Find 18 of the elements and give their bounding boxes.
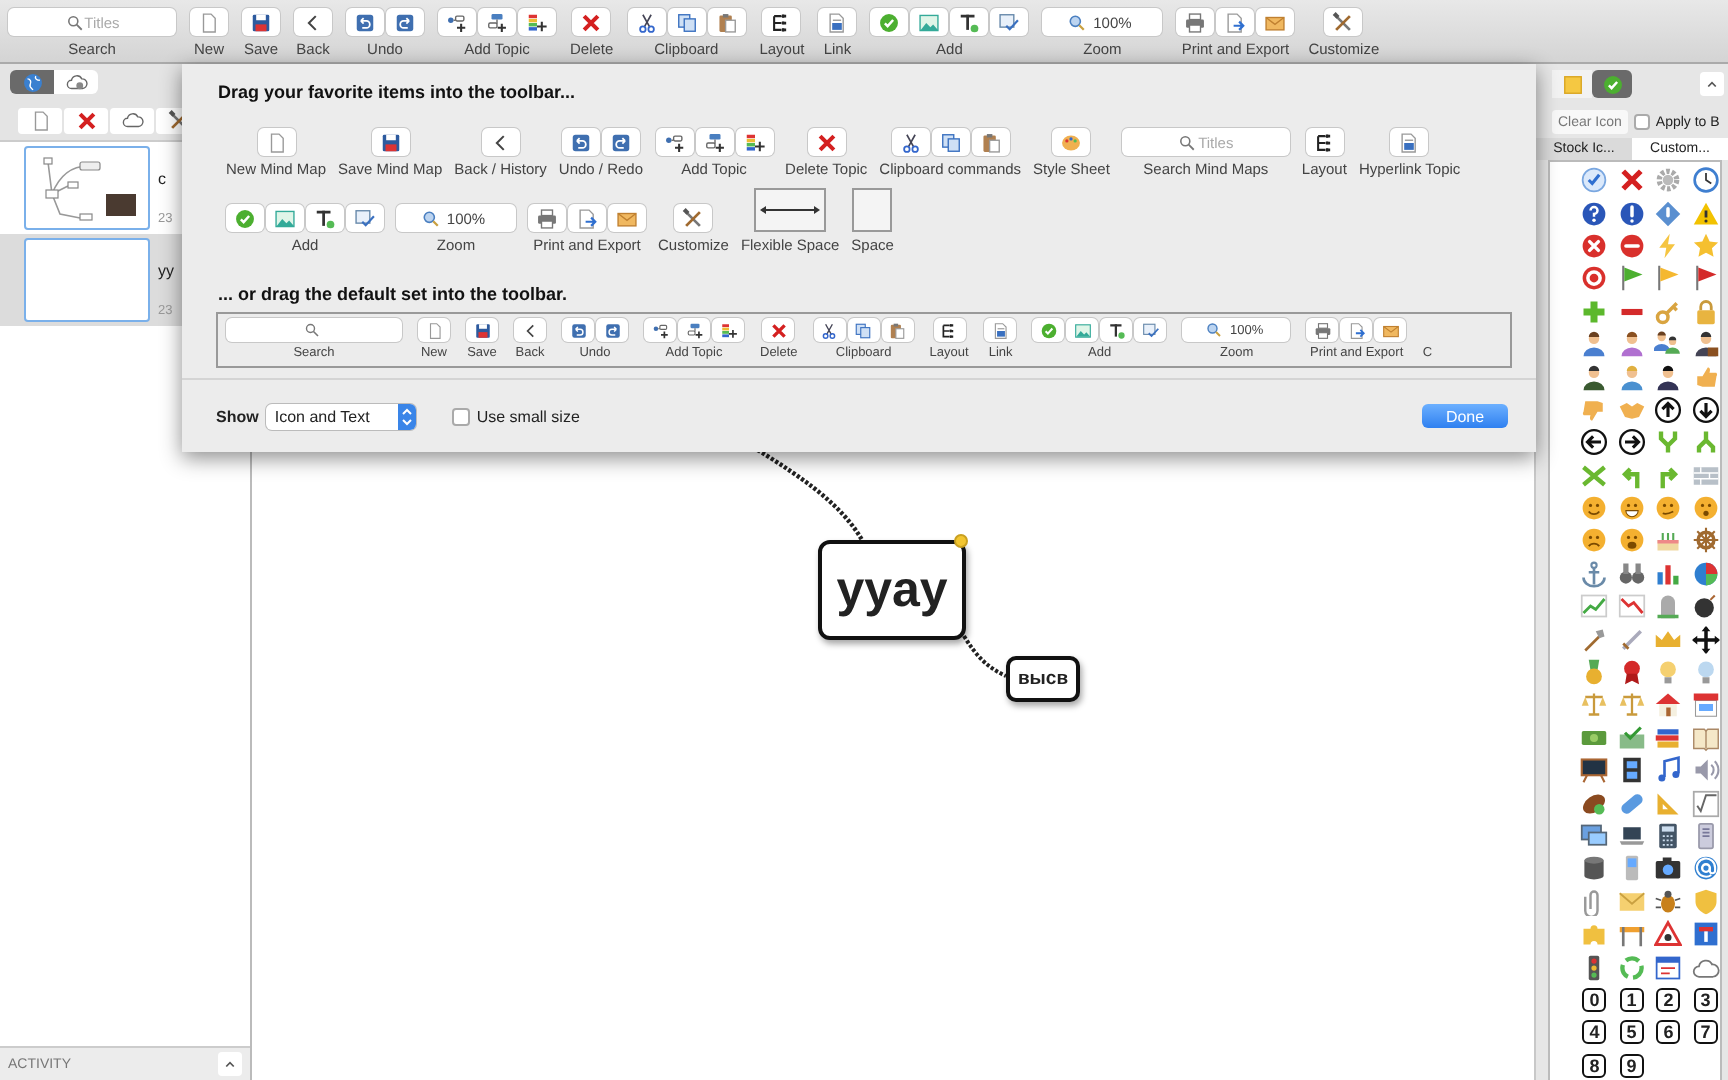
number-tag[interactable]: 8: [1582, 1053, 1607, 1078]
topic-node[interactable]: yyay: [818, 540, 966, 640]
number-tag[interactable]: 7: [1693, 1020, 1718, 1045]
number-tag[interactable]: 3: [1693, 987, 1718, 1012]
show-dropdown[interactable]: Icon and Text: [266, 403, 417, 429]
subtopic-node[interactable]: высв: [1006, 656, 1080, 702]
number-tag[interactable]: 4: [1582, 1020, 1607, 1045]
map-title: c: [158, 170, 168, 188]
map-title: yy: [158, 262, 174, 280]
show-label: Show: [216, 407, 259, 425]
number-tag[interactable]: 6: [1656, 1020, 1681, 1045]
number-tag[interactable]: 0: [1582, 987, 1607, 1012]
number-tag[interactable]: 9: [1619, 1053, 1644, 1078]
sheet-heading: Drag your favorite items into the toolbar...: [218, 82, 578, 102]
number-tag[interactable]: 5: [1619, 1020, 1644, 1045]
number-tag[interactable]: 2: [1656, 987, 1681, 1012]
number-tag[interactable]: 1: [1619, 987, 1644, 1012]
checkbox-label: Use small size: [476, 407, 580, 425]
